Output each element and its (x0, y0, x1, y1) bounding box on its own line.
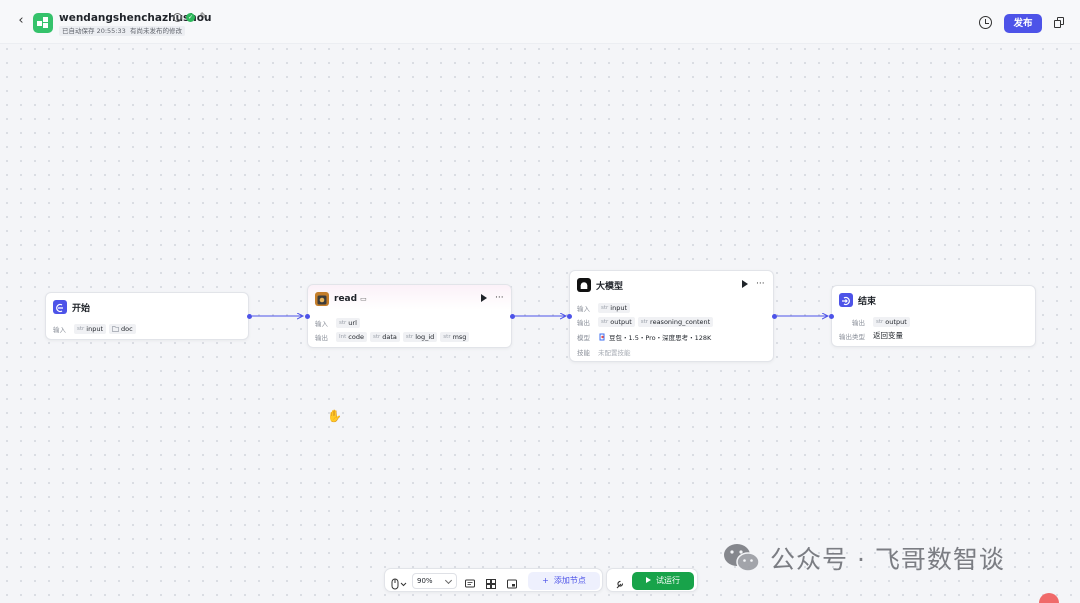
doc-badge-icon: ▭ (360, 295, 367, 303)
hand-cursor-icon: ✋ (327, 409, 342, 423)
play-icon (646, 577, 651, 583)
node-model-row: 模型 豆包・1.5・Pro・深度思考・128K (577, 333, 712, 342)
run-node-icon[interactable] (481, 294, 487, 302)
end-node-icon (839, 293, 853, 307)
variable-chip: str data (369, 331, 400, 342)
node-title: 大模型 (596, 281, 624, 292)
end-input-port[interactable] (829, 314, 834, 319)
add-node-button[interactable]: + 添加节点 (528, 572, 600, 590)
skill-value: 未配置技能 (598, 348, 631, 357)
canvas-toolbar: 90% + 添加节点 (384, 568, 603, 592)
variable-chip: str msg (440, 331, 470, 342)
variable-chip: str input (74, 323, 107, 334)
node-output-row: 输出 Int code str data str log_id str msg (315, 331, 470, 342)
variable-chip: str output (598, 316, 635, 327)
model-value: 豆包・1.5・Pro・深度思考・128K (609, 333, 712, 342)
output-type-value: 返回变量 (873, 331, 903, 340)
variable-chip: str reasoning_content (637, 316, 714, 327)
run-toolbar: 试运行 (606, 568, 698, 592)
node-llm[interactable]: 大模型 ··· 输入 str input 输出 str output str reas… (569, 270, 774, 362)
node-input-row: 输入 str url (315, 317, 360, 328)
more-options-icon[interactable]: ··· (756, 280, 765, 289)
layout-grid-icon[interactable] (485, 575, 497, 589)
node-title: read (334, 294, 358, 304)
plus-icon: + (542, 576, 549, 585)
node-input-row: 输入 str input (577, 302, 631, 313)
test-run-button[interactable]: 试运行 (632, 572, 694, 590)
start-node-icon (53, 300, 67, 314)
comment-icon[interactable] (464, 575, 476, 588)
llm-output-port[interactable] (772, 314, 777, 319)
debug-wrench-icon[interactable] (614, 575, 626, 589)
node-skill-row: 技能 未配置技能 (577, 348, 631, 357)
node-output-row: 输出 str output (852, 316, 910, 327)
node-start[interactable]: 开始 输入 str input doc (45, 292, 249, 340)
folder-icon (112, 325, 119, 332)
node-output-row: 输出 str output str reasoning_content (577, 316, 714, 327)
node-input-row: 输入 str input doc (53, 323, 136, 334)
wechat-logo-icon (722, 541, 762, 575)
more-options-icon[interactable]: ··· (495, 294, 504, 303)
read-input-port[interactable] (305, 314, 310, 319)
node-output-type-row: 输出类型 返回变量 (839, 331, 903, 341)
doubao-model-icon (599, 333, 605, 340)
watermark-text: 公众号 · 飞哥数智谈 (770, 545, 1005, 574)
run-node-icon[interactable] (742, 280, 748, 288)
node-title: 开始 (72, 303, 91, 314)
variable-chip: str output (873, 316, 910, 327)
llm-node-icon (577, 278, 591, 292)
variable-chip: doc (109, 323, 136, 334)
variable-chip: Int code (336, 331, 367, 342)
watermark: 公众号 · 飞哥数智谈 (722, 540, 1005, 576)
zoom-select[interactable]: 90% (412, 573, 457, 589)
mouse-mode-icon[interactable] (391, 575, 409, 590)
node-read[interactable]: read ▭ ··· 输入 str url 输出 Int code str data … (307, 284, 512, 348)
variable-chip: str url (336, 317, 360, 328)
llm-input-port[interactable] (567, 314, 572, 319)
variable-chip: str input (598, 302, 631, 313)
read-output-port[interactable] (510, 314, 515, 319)
start-output-port[interactable] (247, 314, 252, 319)
plugin-node-icon (315, 292, 329, 306)
variable-chip: str log_id (402, 331, 438, 342)
minimap-icon[interactable] (506, 575, 518, 589)
node-end[interactable]: 结束 输出 str output 输出类型 返回变量 (831, 285, 1036, 347)
node-title: 结束 (858, 296, 877, 307)
